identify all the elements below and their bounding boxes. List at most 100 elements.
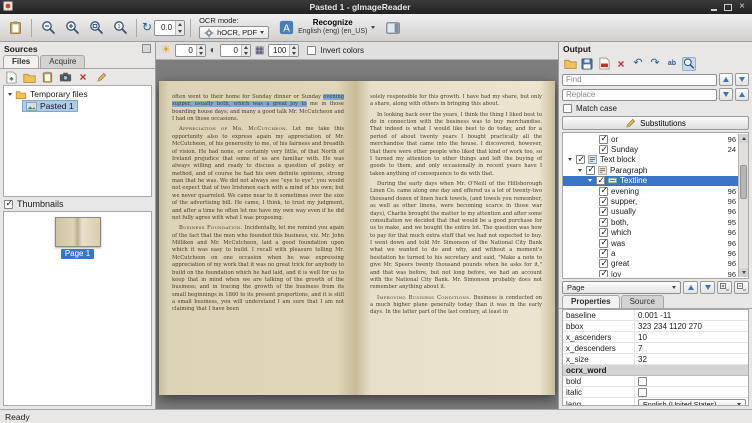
word-checkbox[interactable] — [599, 259, 608, 268]
substitutions-button[interactable]: Substitutions — [562, 116, 749, 130]
word-checkbox[interactable] — [599, 249, 608, 258]
word-checkbox[interactable] — [599, 135, 608, 144]
expander-icon[interactable] — [8, 93, 12, 96]
remove-source-button[interactable] — [76, 70, 90, 84]
clear-output-button[interactable] — [614, 57, 628, 71]
resolution-spinbox[interactable]: 100 — [268, 44, 299, 57]
open-hocr-button[interactable] — [563, 57, 577, 71]
find-replace-toggle-button[interactable] — [682, 57, 696, 71]
tree-scrollbar[interactable] — [738, 134, 748, 277]
tree-row-temporary-files[interactable]: Temporary files — [4, 88, 151, 100]
word-row[interactable]: evening96 — [563, 186, 738, 196]
word-row[interactable]: supper,96 — [563, 196, 738, 206]
page-thumbnail[interactable] — [55, 217, 101, 247]
find-next-button[interactable] — [735, 73, 749, 86]
paragraph-checkbox[interactable] — [586, 166, 595, 175]
maximize-button[interactable] — [721, 2, 735, 13]
word-checkbox[interactable] — [599, 145, 608, 154]
word-checkbox[interactable] — [599, 270, 608, 277]
undo-button[interactable] — [631, 57, 645, 71]
word-row[interactable]: was96 — [563, 238, 738, 248]
property-row[interactable]: x_size32 — [563, 354, 748, 365]
word-row[interactable]: usually96 — [563, 207, 738, 217]
settings-button[interactable] — [382, 17, 404, 39]
word-checkbox[interactable] — [599, 239, 608, 248]
match-case-checkbox[interactable] — [563, 104, 572, 113]
word-row[interactable]: or96 — [563, 134, 738, 144]
replace-button[interactable] — [719, 88, 733, 101]
block-checkbox[interactable] — [576, 155, 585, 164]
replace-all-button[interactable] — [735, 88, 749, 101]
rotation-spinbox[interactable]: 0.0 — [154, 20, 185, 36]
page-select[interactable]: Page — [562, 281, 681, 294]
edit-source-button[interactable] — [94, 70, 108, 84]
textline-row-selected[interactable]: Textline — [563, 176, 738, 186]
prev-item-button[interactable] — [683, 281, 698, 294]
image-canvas[interactable]: often went to their home for Sunday dinn… — [156, 60, 558, 409]
expander-icon[interactable] — [588, 179, 592, 182]
screenshot-button[interactable] — [58, 70, 72, 84]
collapse-all-button[interactable] — [734, 281, 749, 294]
save-hocr-button[interactable] — [580, 57, 594, 71]
thumbnails-checkbox[interactable] — [4, 200, 13, 209]
word-checkbox[interactable] — [599, 228, 608, 237]
property-row[interactable]: baseline0.001 -11 — [563, 310, 748, 321]
tree-row-pasted-1[interactable]: Pasted 1 — [4, 100, 151, 112]
tab-source[interactable]: Source — [621, 295, 664, 308]
tab-properties[interactable]: Properties — [562, 295, 620, 308]
word-checkbox[interactable] — [599, 218, 608, 227]
bold-checkbox[interactable] — [638, 377, 647, 386]
recognize-button[interactable]: A Recognize English (eng) (en_US) — [274, 17, 380, 37]
tab-files[interactable]: Files — [3, 55, 39, 68]
scrollbar-thumb[interactable] — [740, 165, 747, 199]
minimize-button[interactable] — [707, 2, 721, 13]
zoom-out-button[interactable] — [37, 17, 59, 39]
italic-property-row[interactable]: italic — [563, 387, 748, 398]
italic-checkbox[interactable] — [638, 388, 647, 397]
property-row[interactable]: x_ascenders10 — [563, 332, 748, 343]
scanned-book-image[interactable]: often went to their home for Sunday dinn… — [159, 81, 555, 395]
redo-button[interactable] — [648, 57, 662, 71]
textline-checkbox[interactable] — [596, 176, 605, 185]
substitutions-icon-button[interactable] — [665, 57, 679, 71]
word-checkbox[interactable] — [599, 207, 608, 216]
word-row[interactable]: a96 — [563, 248, 738, 258]
next-item-button[interactable] — [700, 281, 715, 294]
scroll-down-icon[interactable] — [739, 268, 748, 277]
replace-input[interactable] — [562, 89, 717, 101]
scroll-up-icon[interactable] — [739, 134, 748, 143]
paragraph-row[interactable]: Paragraph — [563, 165, 738, 175]
word-row[interactable]: both,95 — [563, 217, 738, 227]
bold-property-row[interactable]: bold — [563, 376, 748, 387]
tab-acquire[interactable]: Acquire — [40, 55, 85, 68]
invert-colors-checkbox[interactable] — [307, 46, 316, 55]
expander-icon[interactable] — [578, 169, 582, 172]
expander-icon[interactable] — [568, 158, 572, 161]
word-checkbox[interactable] — [599, 187, 608, 196]
zoom-in-button[interactable] — [61, 17, 83, 39]
find-input[interactable] — [562, 74, 717, 86]
property-row[interactable]: bbox323 234 1120 270 — [563, 321, 748, 332]
word-row[interactable]: joy96 — [563, 269, 738, 277]
ocr-mode-select[interactable]: hOCR, PDF — [199, 26, 269, 39]
panel-detach-icon[interactable] — [142, 44, 151, 53]
close-button[interactable] — [735, 2, 749, 13]
word-row[interactable]: great96 — [563, 259, 738, 269]
brightness-spinbox[interactable]: 0 — [175, 44, 206, 57]
zoom-fit-button[interactable] — [85, 17, 107, 39]
expand-all-button[interactable] — [717, 281, 732, 294]
contrast-spinbox[interactable]: 0 — [220, 44, 251, 57]
language-select[interactable]: English (United States) — [638, 399, 746, 407]
property-row[interactable]: x_descenders7 — [563, 343, 748, 354]
word-checkbox[interactable] — [599, 197, 608, 206]
lang-property-row[interactable]: lang English (United States) — [563, 398, 748, 406]
add-folder-button[interactable] — [22, 70, 36, 84]
paste-button[interactable] — [4, 17, 26, 39]
add-images-button[interactable] — [4, 70, 18, 84]
find-prev-button[interactable] — [719, 73, 733, 86]
export-pdf-button[interactable] — [597, 57, 611, 71]
selected-source[interactable]: Pasted 1 — [22, 100, 78, 112]
spin-arrows[interactable] — [175, 21, 184, 35]
paste-source-button[interactable] — [40, 70, 54, 84]
word-row[interactable]: which96 — [563, 228, 738, 238]
